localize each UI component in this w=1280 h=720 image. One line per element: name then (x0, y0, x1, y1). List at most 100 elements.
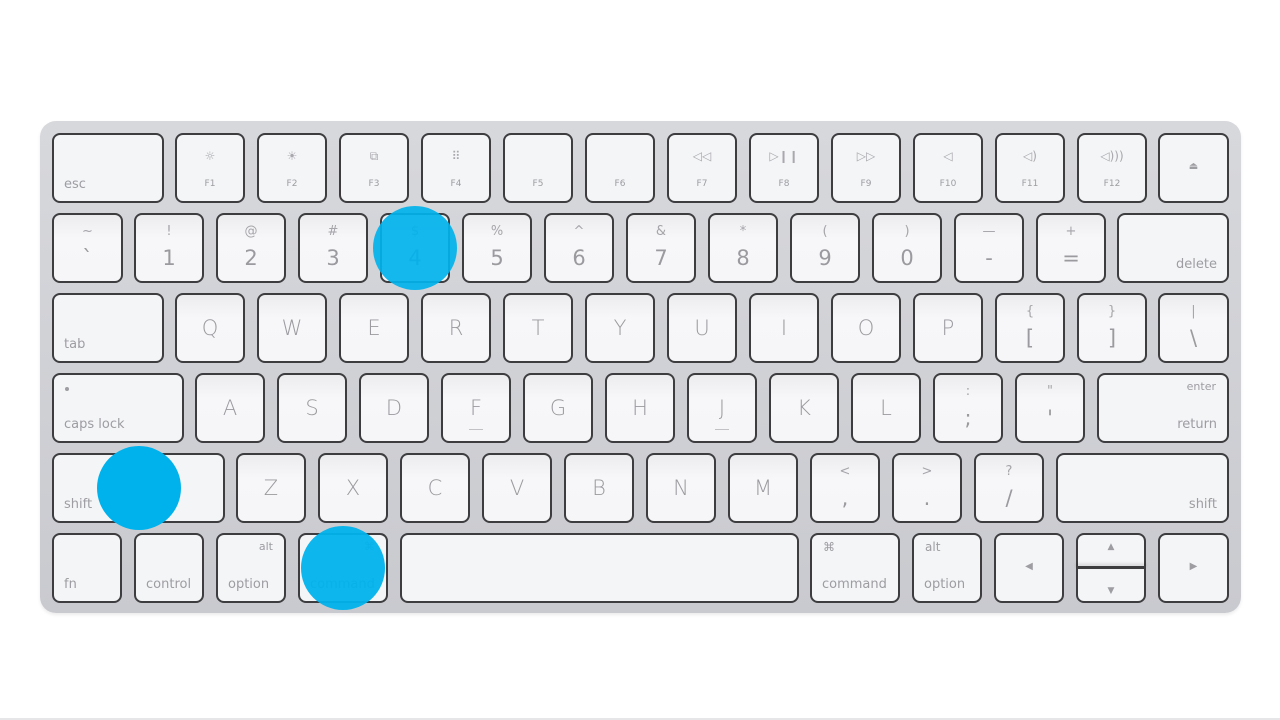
key-backtick[interactable]: ~ ` (52, 213, 123, 283)
mission-control-icon: ⧉ (369, 149, 379, 163)
key-f12[interactable]: ◁))) F12 (1077, 133, 1147, 203)
key-d[interactable]: D (359, 373, 429, 443)
key-eject[interactable]: ⏏ (1158, 133, 1229, 203)
key-tab[interactable]: tab (52, 293, 164, 363)
key-left-option[interactable]: alt option (216, 533, 286, 603)
key-r[interactable]: R (421, 293, 491, 363)
key-9[interactable]: (9 (790, 213, 860, 283)
key-label: - (985, 246, 993, 270)
key-q[interactable]: Q (175, 293, 245, 363)
arrow-up-icon: ▲ (1107, 542, 1115, 552)
key-z[interactable]: Z (236, 453, 306, 523)
key-5[interactable]: % 5 (462, 213, 532, 283)
volume-up-icon: ◁))) (1100, 149, 1124, 163)
key-f6[interactable]: F6 (585, 133, 655, 203)
key-esc[interactable]: esc (52, 133, 164, 203)
key-period[interactable]: >. (892, 453, 962, 523)
key-label: B (592, 476, 606, 500)
key-u[interactable]: U (667, 293, 737, 363)
key-quote[interactable]: " ' (1015, 373, 1085, 443)
key-v[interactable]: V (482, 453, 552, 523)
key-fn[interactable]: fn (52, 533, 122, 603)
key-s[interactable]: S (277, 373, 347, 443)
key-a[interactable]: A (195, 373, 265, 443)
key-right-command[interactable]: ⌘ command (810, 533, 900, 603)
key-e[interactable]: E (339, 293, 409, 363)
key-backslash[interactable]: | \ (1158, 293, 1229, 363)
key-x[interactable]: X (318, 453, 388, 523)
key-8[interactable]: * 8 (708, 213, 778, 283)
key-f8[interactable]: ▷❙❙ F8 (749, 133, 819, 203)
key-f2[interactable]: ☀ F2 (257, 133, 327, 203)
key-arrow-up-down[interactable]: ▲ ▼ (1076, 533, 1146, 603)
key-g[interactable]: G (523, 373, 593, 443)
key-sublabel: alt (925, 540, 941, 554)
key-label: shift (1188, 497, 1217, 512)
arrow-left-icon: ◀ (1025, 561, 1033, 572)
key-b[interactable]: B (564, 453, 634, 523)
key-shift-symbol: { (1025, 304, 1035, 319)
key-space[interactable] (400, 533, 799, 603)
key-f1[interactable]: ☼ F1 (175, 133, 245, 203)
key-i[interactable]: I (749, 293, 819, 363)
key-1[interactable]: ! 1 (134, 213, 204, 283)
key-arrow-left[interactable]: ◀ (994, 533, 1064, 603)
key-sublabel: enter (1186, 380, 1216, 393)
home-row-marker (469, 429, 483, 430)
key-m[interactable]: M (728, 453, 798, 523)
key-k[interactable]: K (769, 373, 839, 443)
key-3[interactable]: #3 (298, 213, 368, 283)
key-control[interactable]: control (134, 533, 204, 603)
key-n[interactable]: N (646, 453, 716, 523)
key-0[interactable]: ) 0 (872, 213, 942, 283)
key-right-option[interactable]: alt option (912, 533, 982, 603)
key-rbracket[interactable]: }] (1077, 293, 1147, 363)
key-right-shift[interactable]: shift (1056, 453, 1229, 523)
key-semicolon[interactable]: :; (933, 373, 1003, 443)
key-f[interactable]: F (441, 373, 511, 443)
key-f4[interactable]: ⠿ F4 (421, 133, 491, 203)
key-w[interactable]: W (257, 293, 327, 363)
key-left-command[interactable]: ⌘ command (298, 533, 388, 603)
key-label: 0 (900, 246, 914, 270)
key-lbracket[interactable]: {[ (995, 293, 1065, 363)
key-y[interactable]: Y (585, 293, 655, 363)
key-minus[interactable]: — - (954, 213, 1024, 283)
key-2[interactable]: @2 (216, 213, 286, 283)
key-7[interactable]: & 7 (626, 213, 696, 283)
key-c[interactable]: C (400, 453, 470, 523)
key-caps-lock[interactable]: caps lock (52, 373, 184, 443)
key-return[interactable]: enter return (1097, 373, 1229, 443)
key-6[interactable]: ^ 6 (544, 213, 614, 283)
key-f3[interactable]: ⧉ F3 (339, 133, 409, 203)
key-left-shift[interactable]: shift (52, 453, 225, 523)
volume-down-icon: ◁) (1023, 149, 1037, 163)
key-arrow-right[interactable]: ▶ (1158, 533, 1229, 603)
key-o[interactable]: O (831, 293, 901, 363)
key-label: 8 (736, 246, 750, 270)
key-j[interactable]: J (687, 373, 757, 443)
key-equals[interactable]: + = (1036, 213, 1106, 283)
key-t[interactable]: T (503, 293, 573, 363)
play-pause-icon: ▷❙❙ (769, 149, 799, 163)
key-slash[interactable]: ? / (974, 453, 1044, 523)
key-label: fn (64, 577, 77, 592)
key-label: J (718, 396, 726, 420)
key-label: F3 (368, 179, 380, 189)
key-f11[interactable]: ◁) F11 (995, 133, 1065, 203)
key-delete[interactable]: delete (1117, 213, 1229, 283)
key-f7[interactable]: ◁◁ F7 (667, 133, 737, 203)
key-f5[interactable]: F5 (503, 133, 573, 203)
key-f10[interactable]: ◁ F10 (913, 133, 983, 203)
key-4[interactable]: $4 (380, 213, 450, 283)
key-shift-symbol: | (1191, 304, 1196, 319)
command-icon: ⌘ (823, 540, 835, 554)
key-shift-symbol: & (655, 224, 667, 239)
key-p[interactable]: P (913, 293, 983, 363)
key-h[interactable]: H (605, 373, 675, 443)
key-f9[interactable]: ▷▷ F9 (831, 133, 901, 203)
key-l[interactable]: L (851, 373, 921, 443)
key-label: F4 (450, 179, 462, 189)
key-comma[interactable]: <, (810, 453, 880, 523)
key-shift-symbol: ? (1005, 464, 1013, 479)
